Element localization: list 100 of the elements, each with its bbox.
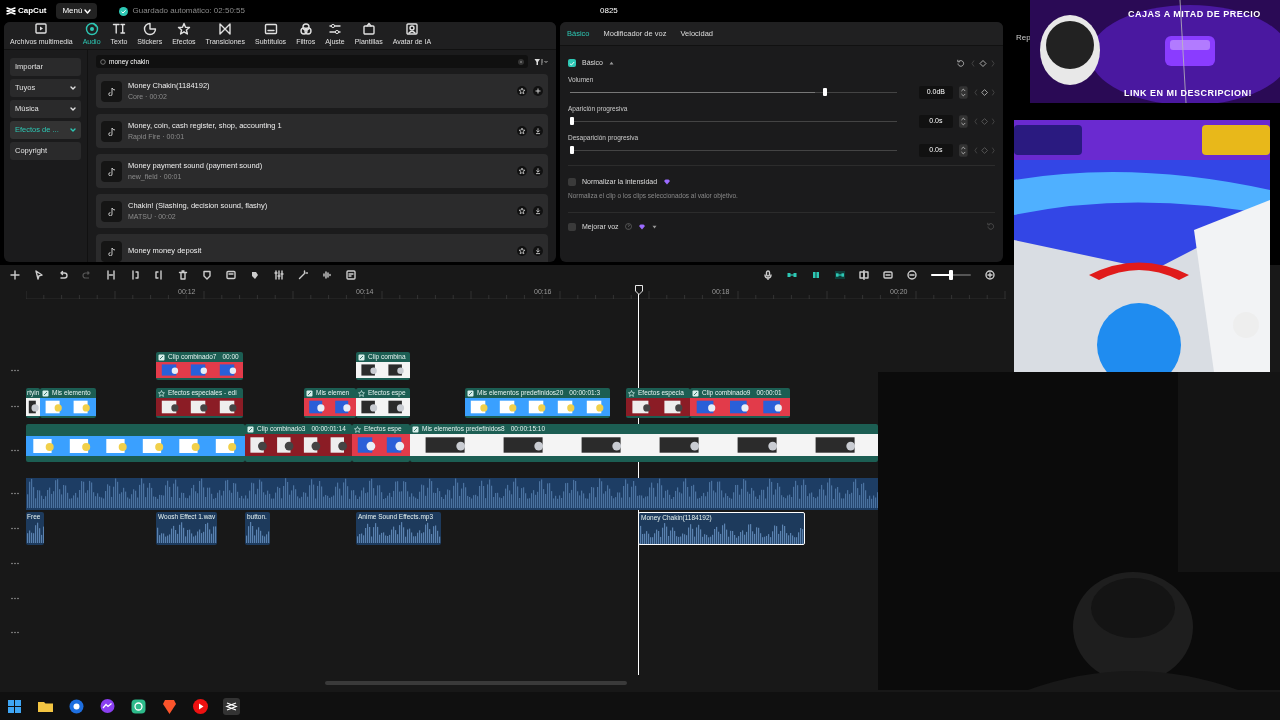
track-handle-icon[interactable] <box>11 449 19 452</box>
star-icon <box>176 22 191 36</box>
shape-icon[interactable] <box>250 270 260 280</box>
track-handle-icon[interactable] <box>11 631 19 634</box>
link-icon[interactable] <box>787 270 797 280</box>
zoom-slider-thumb[interactable] <box>949 270 953 280</box>
trim-right-icon[interactable] <box>154 270 164 280</box>
scrollbar[interactable] <box>325 681 627 685</box>
audio-wave-icon[interactable] <box>322 270 332 280</box>
pointer-icon[interactable] <box>34 270 44 280</box>
slider-thumb[interactable] <box>570 116 574 125</box>
favorite-icon[interactable] <box>517 246 527 256</box>
check-icon <box>119 6 129 16</box>
portrait-icon <box>404 22 419 36</box>
checkbox[interactable] <box>568 178 576 186</box>
track-handle-icon[interactable] <box>11 597 19 600</box>
panel-tab[interactable]: Rep <box>1016 32 1031 44</box>
waveform-drawing <box>26 522 44 543</box>
slider-thumb[interactable] <box>823 87 827 96</box>
clip-icon <box>42 389 49 397</box>
download-icon[interactable] <box>533 246 543 256</box>
stepper-icon[interactable] <box>959 114 968 128</box>
favorite-icon[interactable] <box>517 126 527 136</box>
filter-icon[interactable] <box>534 57 548 66</box>
star-icon <box>354 425 361 433</box>
sticker-icon <box>142 22 157 36</box>
track-handle-icon[interactable] <box>11 405 19 408</box>
compare-icon[interactable] <box>859 270 869 280</box>
track-handle-icon[interactable] <box>11 562 19 565</box>
favorite-icon[interactable] <box>517 86 527 96</box>
download-icon[interactable] <box>533 206 543 216</box>
project-title: 0825 <box>600 5 618 17</box>
editor-icon[interactable] <box>223 697 240 715</box>
preview-icon[interactable] <box>883 270 893 280</box>
windows-icon[interactable] <box>6 697 23 715</box>
undo-icon[interactable] <box>58 270 68 280</box>
add-icon[interactable] <box>533 86 543 96</box>
waveform-drawing <box>156 522 217 543</box>
audio-mixer-icon[interactable] <box>274 270 284 280</box>
stepper-icon[interactable] <box>959 85 968 99</box>
favorite-icon[interactable] <box>517 166 527 176</box>
caret-icon[interactable] <box>651 224 657 229</box>
track-handle-icon[interactable] <box>11 527 19 530</box>
zoom-in-icon[interactable] <box>985 270 995 280</box>
caption-icon <box>263 22 278 36</box>
collapse-icon[interactable] <box>609 61 614 65</box>
add-icon[interactable] <box>10 270 20 280</box>
track-handle-icon[interactable] <box>11 369 19 372</box>
microphone-icon[interactable] <box>763 270 773 280</box>
music-note-icon <box>101 200 122 222</box>
magic-wand-icon[interactable] <box>298 270 308 280</box>
download-icon[interactable] <box>533 126 543 136</box>
app-icon[interactable] <box>130 697 147 715</box>
frame-icon[interactable] <box>346 270 356 280</box>
delete-icon[interactable] <box>178 270 188 280</box>
circles-icon <box>298 22 313 36</box>
clip-icon <box>467 389 474 397</box>
bowtie-icon <box>218 22 233 36</box>
music-note-icon <box>101 160 122 182</box>
favorite-icon[interactable] <box>517 206 527 216</box>
search-icon <box>100 58 106 65</box>
playhead-handle-icon[interactable] <box>635 285 643 295</box>
split-icon[interactable] <box>106 270 116 280</box>
track-handle-icon[interactable] <box>11 492 19 495</box>
clip-icon <box>692 389 699 397</box>
checkbox[interactable] <box>568 222 576 231</box>
link-icon[interactable] <box>835 270 845 280</box>
menu-button[interactable]: Menú <box>56 3 98 19</box>
checkbox[interactable] <box>568 59 576 67</box>
disc-icon <box>84 22 99 36</box>
star-icon <box>358 389 365 397</box>
clip-icon <box>412 425 419 433</box>
reset-icon[interactable] <box>956 58 965 68</box>
download-icon[interactable] <box>533 166 543 176</box>
clip-icon <box>306 389 313 397</box>
clear-icon[interactable] <box>518 58 524 65</box>
slider-thumb[interactable] <box>570 145 574 154</box>
keyframe-icon[interactable] <box>973 87 995 97</box>
globe-icon[interactable] <box>68 697 85 715</box>
zoom-out-icon[interactable] <box>907 270 917 280</box>
banner-headline: CAJAS A MITAD DE PRECIO <box>1128 8 1261 21</box>
autosave-status: Guardado automático: 02:50:55 <box>132 5 245 17</box>
music-note-icon <box>101 240 122 262</box>
play-button-icon[interactable] <box>192 697 209 715</box>
image-icon[interactable] <box>226 270 236 280</box>
banner-footer: LINK EN MI DESCRIPCION! <box>1124 87 1252 101</box>
app-logo-text: CapCut <box>18 5 47 17</box>
clip-icon <box>358 353 365 361</box>
stepper-icon[interactable] <box>959 143 968 157</box>
clip-icon <box>158 353 165 361</box>
caret-icon <box>84 8 92 14</box>
shield-icon[interactable] <box>202 270 212 280</box>
keyframe-icon[interactable] <box>971 58 995 68</box>
chat-icon[interactable] <box>99 697 116 715</box>
waveform-drawing <box>245 522 270 543</box>
star-icon <box>628 389 635 397</box>
clip-icon <box>247 425 254 433</box>
star-icon <box>158 389 165 397</box>
trim-left-icon[interactable] <box>130 270 140 280</box>
music-note-icon <box>101 80 122 102</box>
